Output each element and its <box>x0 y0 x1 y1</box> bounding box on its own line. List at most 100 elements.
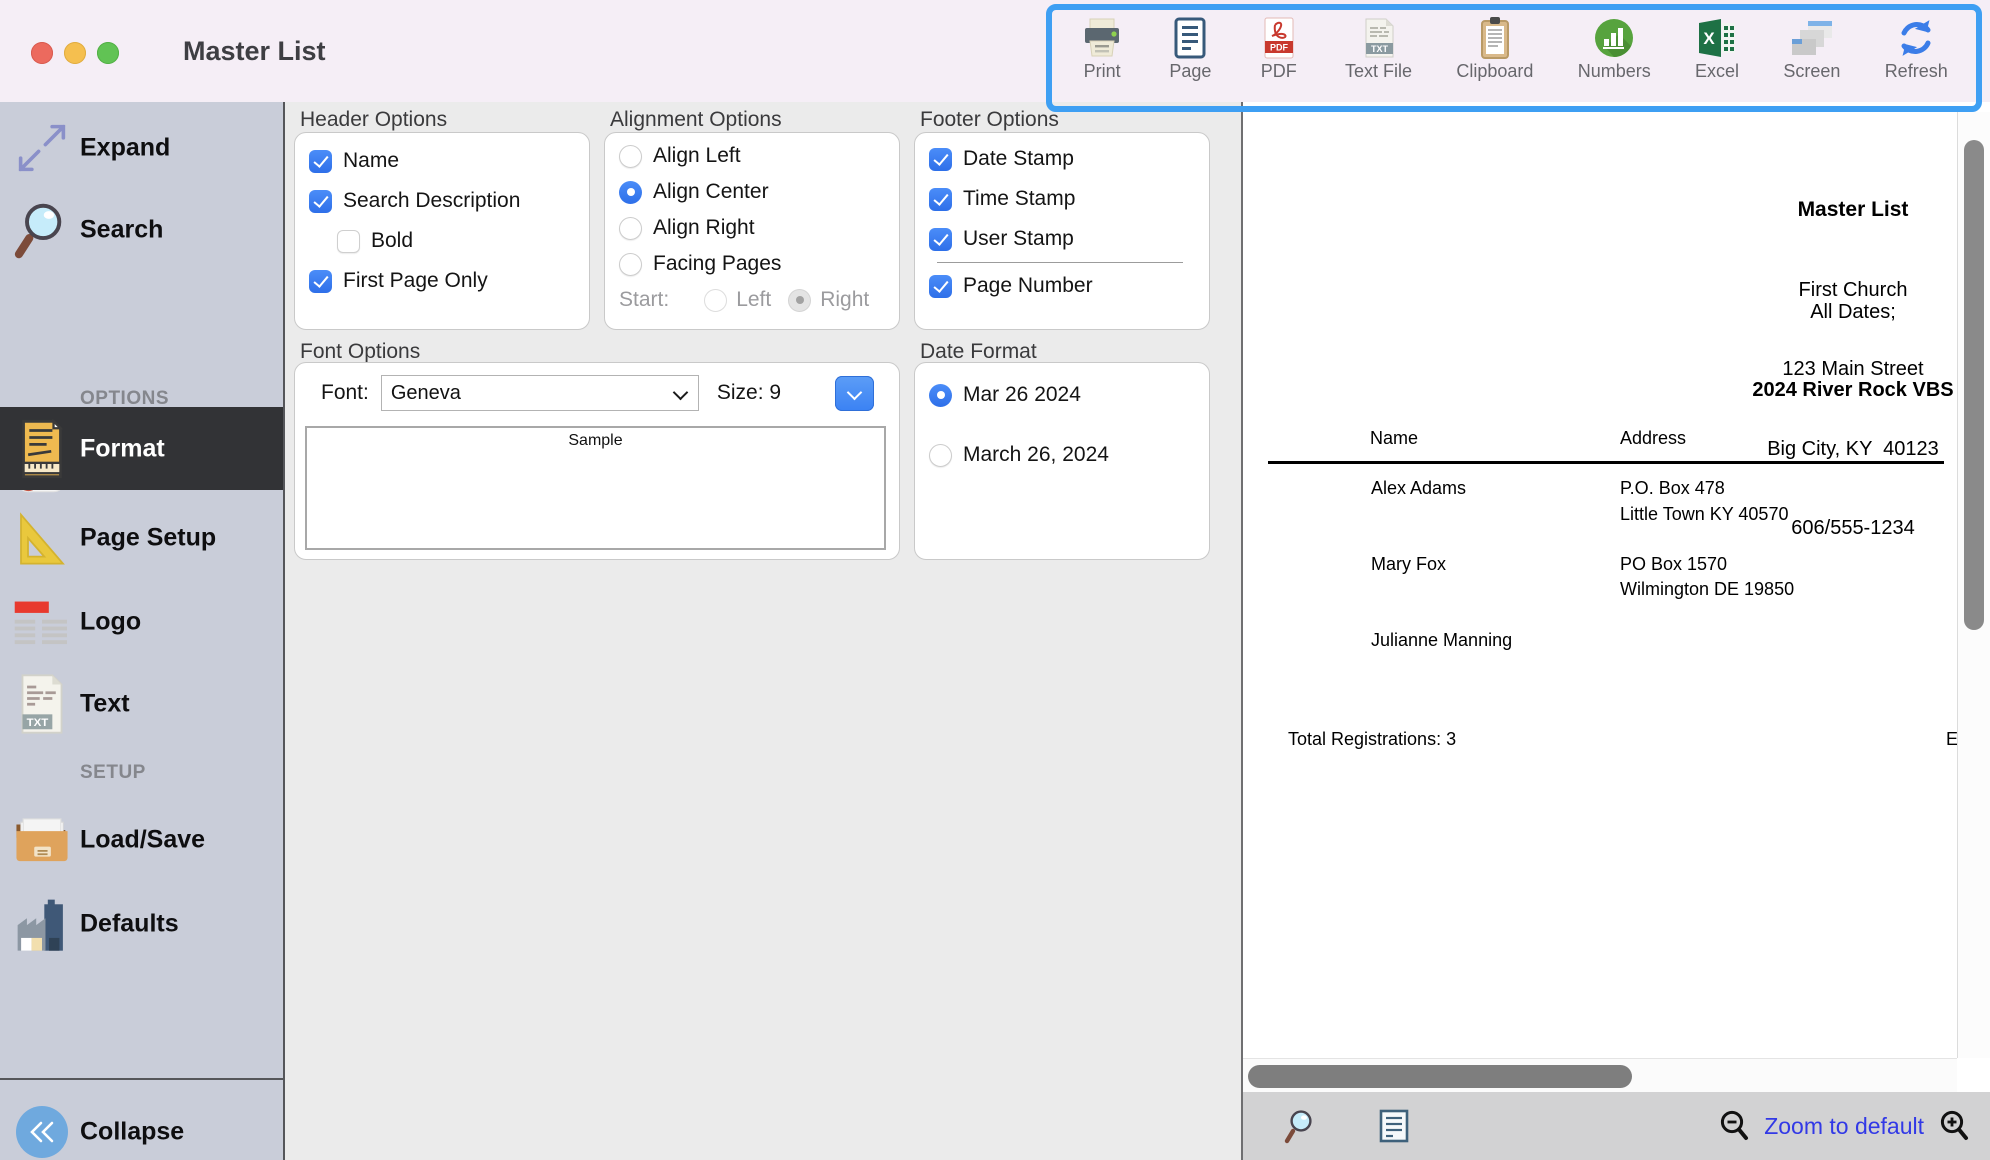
checkbox-label: User Stamp <box>963 227 1074 251</box>
sidebar-item-label: Page Setup <box>80 524 216 553</box>
sidebar-item-format[interactable]: Format <box>0 407 283 490</box>
date-format-short-radio[interactable] <box>929 384 952 407</box>
sidebar-item-defaults[interactable]: Defaults <box>0 884 283 964</box>
sidebar-divider <box>0 1078 283 1080</box>
text-file-button[interactable]: TXT Text File <box>1345 16 1412 82</box>
footer-options-panel: Date Stamp Time Stamp User Stamp Page Nu… <box>914 132 1210 330</box>
page-icon <box>1168 16 1212 60</box>
checkbox-label: Time Stamp <box>963 187 1075 211</box>
refresh-button[interactable]: Refresh <box>1885 16 1948 82</box>
pdf-button[interactable]: PDF PDF <box>1257 16 1301 82</box>
checkbox-row-page-number: Page Number <box>915 266 1209 306</box>
start-left-radio[interactable] <box>704 289 727 312</box>
screen-button[interactable]: Screen <box>1783 16 1840 82</box>
font-row: Font: Geneva Size: 9 <box>321 375 899 411</box>
time-stamp-checkbox[interactable] <box>929 188 952 211</box>
align-right-radio[interactable] <box>619 217 642 240</box>
font-select-value: Geneva <box>391 382 461 405</box>
start-right-radio[interactable] <box>788 289 811 312</box>
radio-row-facing-pages: Facing Pages <box>605 246 899 282</box>
radio-row-align-left: Align Left <box>605 138 899 174</box>
sidebar-item-label: Collapse <box>80 1118 184 1147</box>
sidebar-item-search[interactable]: Search <box>0 190 283 270</box>
start-label: Start: <box>619 288 669 312</box>
date-stamp-checkbox[interactable] <box>929 148 952 171</box>
text-file-icon: TXT <box>1357 16 1401 60</box>
align-left-radio[interactable] <box>619 145 642 168</box>
horizontal-scrollbar[interactable] <box>1243 1058 1957 1093</box>
expand-icon <box>12 118 72 178</box>
print-button[interactable]: Print <box>1080 16 1124 82</box>
page-button[interactable]: Page <box>1168 16 1212 82</box>
checkbox-row-time-stamp: Time Stamp <box>915 179 1209 219</box>
sidebar-item-label: Logo <box>80 608 141 637</box>
radio-row-date-short: Mar 26 2024 <box>915 377 1209 413</box>
zoom-to-default-link[interactable]: Zoom to default <box>1764 1113 1924 1140</box>
excel-button[interactable]: X Excel <box>1695 16 1739 82</box>
zoom-in-icon[interactable] <box>1938 1109 1970 1143</box>
sidebar-item-label: Text <box>80 690 130 719</box>
clipboard-icon <box>1473 16 1517 60</box>
row-address-line: Wilmington DE 19850 <box>1620 579 1794 600</box>
date-format-long-radio[interactable] <box>929 444 952 467</box>
report-city: Big City, KY 40123 <box>1548 436 1990 463</box>
first-page-only-checkbox[interactable] <box>309 270 332 293</box>
screen-icon <box>1790 16 1834 60</box>
page-number-checkbox[interactable] <box>929 275 952 298</box>
clipboard-button[interactable]: Clipboard <box>1456 16 1533 82</box>
sidebar-item-page-setup[interactable]: Page Setup <box>0 498 283 578</box>
sidebar-item-logo[interactable]: Logo <box>0 582 283 662</box>
sidebar-item-label: Format <box>80 434 165 463</box>
collapse-icon <box>12 1102 72 1160</box>
magnifier-icon[interactable] <box>1283 1108 1317 1144</box>
checkbox-row-user-stamp: User Stamp <box>915 219 1209 259</box>
sidebar-item-collapse[interactable]: Collapse <box>0 1092 283 1160</box>
toolbar-label: Clipboard <box>1456 61 1533 82</box>
report-dates: All Dates; <box>1548 301 1990 324</box>
font-select[interactable]: Geneva <box>381 375 699 411</box>
checkbox-row-first-page-only: First Page Only <box>295 261 589 301</box>
toolbar-label: Text File <box>1345 61 1412 82</box>
align-center-radio[interactable] <box>619 181 642 204</box>
sidebar-item-label: Expand <box>80 134 170 163</box>
svg-text:X: X <box>1703 29 1715 48</box>
chevron-down-icon <box>673 385 689 401</box>
svg-text:PDF: PDF <box>1270 43 1289 53</box>
checkbox-row-search-description: Search Description <box>295 181 589 221</box>
toolbar-label: Numbers <box>1578 61 1651 82</box>
bold-checkbox[interactable] <box>337 230 360 253</box>
sidebar-item-label: Defaults <box>80 910 179 939</box>
zoom-window-button[interactable] <box>97 42 119 64</box>
search-description-checkbox[interactable] <box>309 190 332 213</box>
report-preview: Master List First Church 123 Main Street… <box>1243 102 1990 1160</box>
header-options-panel: Name Search Description Bold First Page … <box>294 132 590 330</box>
size-dropdown-button[interactable] <box>835 376 874 411</box>
font-options-panel: Font: Geneva Size: 9 Sample <box>294 362 900 560</box>
name-checkbox[interactable] <box>309 150 332 173</box>
font-options-title: Font Options <box>300 340 420 364</box>
pdf-icon: PDF <box>1257 16 1301 60</box>
facing-pages-radio[interactable] <box>619 253 642 276</box>
horizontal-scrollbar-thumb[interactable] <box>1248 1065 1632 1088</box>
sidebar-item-expand[interactable]: Expand <box>0 108 283 188</box>
user-stamp-checkbox[interactable] <box>929 228 952 251</box>
toolbar-label: Print <box>1084 61 1121 82</box>
checkbox-row-bold: Bold <box>295 221 589 261</box>
report-page-icon[interactable] <box>1379 1109 1409 1143</box>
vertical-scrollbar-thumb[interactable] <box>1964 140 1984 630</box>
start-row: Start: Left Right <box>605 282 899 318</box>
close-window-button[interactable] <box>31 42 53 64</box>
minimize-window-button[interactable] <box>64 42 86 64</box>
radio-row-align-center: Align Center <box>605 174 899 210</box>
alignment-options-panel: Align Left Align Center Align Right Faci… <box>604 132 900 330</box>
sidebar-item-load-save[interactable]: Load/Save <box>0 800 283 880</box>
preview-bottom-bar: Zoom to default <box>1243 1092 1990 1160</box>
search-icon <box>12 200 72 260</box>
toolbar-label: Page <box>1169 61 1211 82</box>
zoom-out-icon[interactable] <box>1718 1109 1750 1143</box>
vertical-scrollbar[interactable] <box>1957 112 1990 1058</box>
sidebar-item-text[interactable]: TXT Text <box>0 664 283 744</box>
radio-label: Facing Pages <box>653 252 781 276</box>
table-header-rule <box>1268 461 1944 464</box>
numbers-button[interactable]: Numbers <box>1578 16 1651 82</box>
